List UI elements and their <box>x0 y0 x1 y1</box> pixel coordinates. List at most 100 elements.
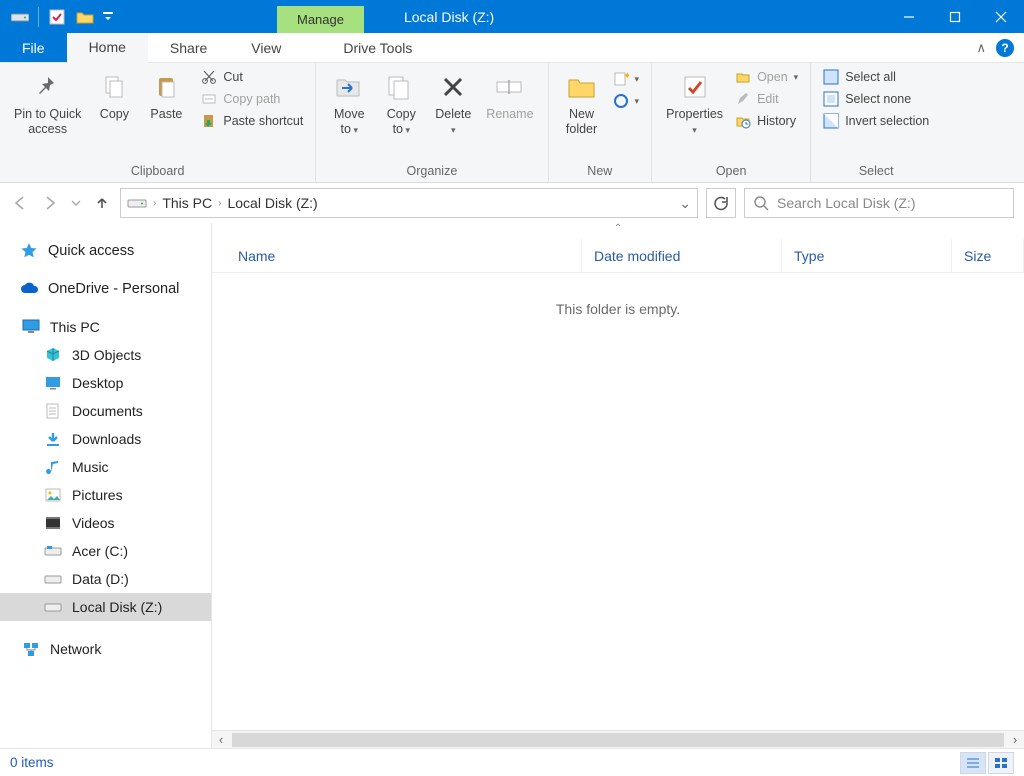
ribbon-tabs: File Home Share View Drive Tools ∧ ? <box>0 33 1024 63</box>
open-button[interactable]: Open ▾ <box>731 67 802 87</box>
group-label-clipboard: Clipboard <box>8 162 307 180</box>
crumb-location[interactable]: Local Disk (Z:) <box>227 195 317 211</box>
sidebar-item-network[interactable]: Network <box>0 635 211 663</box>
cube-icon <box>44 346 62 364</box>
minimize-ribbon-icon[interactable]: ∧ <box>976 40 986 56</box>
delete-button[interactable]: Delete▾ <box>428 67 478 141</box>
refresh-button[interactable] <box>706 188 736 218</box>
tab-file[interactable]: File <box>0 33 67 62</box>
scroll-left-icon[interactable]: ‹ <box>212 732 230 747</box>
nav-forward-button[interactable] <box>40 193 60 213</box>
column-header-type[interactable]: Type <box>782 239 952 272</box>
easy-access-button[interactable]: ▾ <box>609 91 644 111</box>
nav-up-button[interactable] <box>92 193 112 213</box>
sidebar-item-documents[interactable]: Documents <box>0 397 211 425</box>
status-item-count: 0 items <box>10 755 54 770</box>
copy-button[interactable]: Copy <box>89 67 139 126</box>
select-none-button[interactable]: Select none <box>819 89 933 109</box>
new-folder-button[interactable]: New folder <box>557 67 607 141</box>
view-details-button[interactable] <box>960 752 986 774</box>
copy-to-button[interactable]: Copy to ▾ <box>376 67 426 141</box>
navigation-pane: Quick access OneDrive - Personal This PC… <box>0 223 212 748</box>
tab-drive-tools[interactable]: Drive Tools <box>321 33 434 62</box>
select-all-button[interactable]: Select all <box>819 67 933 87</box>
horizontal-scrollbar[interactable]: ‹ › <box>212 730 1024 748</box>
edit-button[interactable]: Edit <box>731 89 802 109</box>
history-button[interactable]: History <box>731 111 802 131</box>
sidebar-item-music[interactable]: Music <box>0 453 211 481</box>
manage-context-label: Manage <box>277 6 364 33</box>
drive-icon <box>44 570 62 588</box>
history-icon <box>735 113 751 129</box>
paste-shortcut-button[interactable]: Paste shortcut <box>197 111 307 131</box>
rename-icon <box>494 71 526 103</box>
music-icon <box>44 458 62 476</box>
sidebar-item-acer-c[interactable]: Acer (C:) <box>0 537 211 565</box>
nav-recent-dropdown[interactable] <box>70 193 82 213</box>
qat-properties-icon[interactable] <box>43 0 71 33</box>
nav-back-button[interactable] <box>10 193 30 213</box>
tab-share[interactable]: Share <box>148 33 229 62</box>
new-item-button[interactable]: ✦ ▾ <box>609 69 644 89</box>
ribbon-group-new: New folder ✦ ▾ ▾ New <box>549 63 653 182</box>
paste-button[interactable]: Paste <box>141 67 191 126</box>
column-header-size[interactable]: Size <box>952 239 1024 272</box>
chevron-right-icon[interactable]: › <box>153 198 156 209</box>
breadcrumb-dropdown-icon[interactable]: ⌄ <box>679 195 691 212</box>
properties-button[interactable]: Properties▾ <box>660 67 729 141</box>
select-none-icon <box>823 91 839 107</box>
group-label-new: New <box>557 162 644 180</box>
window-controls <box>886 0 1024 33</box>
pin-to-quick-access-button[interactable]: Pin to Quick access <box>8 67 87 141</box>
search-input[interactable] <box>777 195 1005 211</box>
sidebar-item-quick-access[interactable]: Quick access <box>0 237 211 265</box>
sidebar-item-3d-objects[interactable]: 3D Objects <box>0 341 211 369</box>
maximize-button[interactable] <box>932 0 978 33</box>
edit-icon <box>735 91 751 107</box>
sidebar-item-desktop[interactable]: Desktop <box>0 369 211 397</box>
scroll-right-icon[interactable]: › <box>1006 732 1024 747</box>
sidebar-item-pictures[interactable]: Pictures <box>0 481 211 509</box>
column-header-date[interactable]: Date modified <box>582 239 782 272</box>
cut-button[interactable]: Cut <box>197 67 307 87</box>
sidebar-item-this-pc[interactable]: This PC <box>0 313 211 341</box>
tab-view[interactable]: View <box>229 33 303 62</box>
window-title: Local Disk (Z:) <box>404 0 494 33</box>
sidebar-item-videos[interactable]: Videos <box>0 509 211 537</box>
sidebar-item-onedrive[interactable]: OneDrive - Personal <box>0 275 211 303</box>
view-large-icons-button[interactable] <box>988 752 1014 774</box>
search-box[interactable] <box>744 188 1014 218</box>
breadcrumb[interactable]: › This PC › Local Disk (Z:) ⌄ <box>120 188 698 218</box>
drive-icon <box>127 196 147 210</box>
new-folder-icon <box>566 71 598 103</box>
tab-home[interactable]: Home <box>67 33 148 63</box>
document-icon <box>44 402 62 420</box>
scrollbar-thumb[interactable] <box>232 733 1004 747</box>
address-bar-row: › This PC › Local Disk (Z:) ⌄ <box>0 183 1024 223</box>
invert-selection-icon <box>823 113 839 129</box>
column-header-name[interactable]: Name <box>212 239 582 272</box>
move-to-button[interactable]: Move to ▾ <box>324 67 374 141</box>
qat-folder-icon[interactable] <box>71 0 99 33</box>
properties-icon <box>679 71 711 103</box>
qat-dropdown-icon[interactable] <box>99 0 117 33</box>
sidebar-item-local-disk-z[interactable]: Local Disk (Z:) <box>0 593 211 621</box>
group-label-open: Open <box>660 162 802 180</box>
close-button[interactable] <box>978 0 1024 33</box>
help-icon[interactable]: ? <box>996 39 1014 57</box>
crumb-this-pc[interactable]: This PC <box>162 195 212 211</box>
cloud-icon <box>20 280 38 298</box>
chevron-right-icon[interactable]: › <box>218 198 221 209</box>
rename-button[interactable]: Rename <box>480 67 539 126</box>
desktop-icon <box>44 374 62 392</box>
invert-selection-button[interactable]: Invert selection <box>819 111 933 131</box>
qat-drive-icon[interactable] <box>6 0 34 33</box>
new-item-icon: ✦ <box>613 71 629 87</box>
star-icon <box>20 242 38 260</box>
title-bar: Manage Local Disk (Z:) <box>0 0 1024 33</box>
minimize-button[interactable] <box>886 0 932 33</box>
sidebar-item-data-d[interactable]: Data (D:) <box>0 565 211 593</box>
sidebar-item-downloads[interactable]: Downloads <box>0 425 211 453</box>
select-all-icon <box>823 69 839 85</box>
copy-path-button[interactable]: Copy path <box>197 89 307 109</box>
